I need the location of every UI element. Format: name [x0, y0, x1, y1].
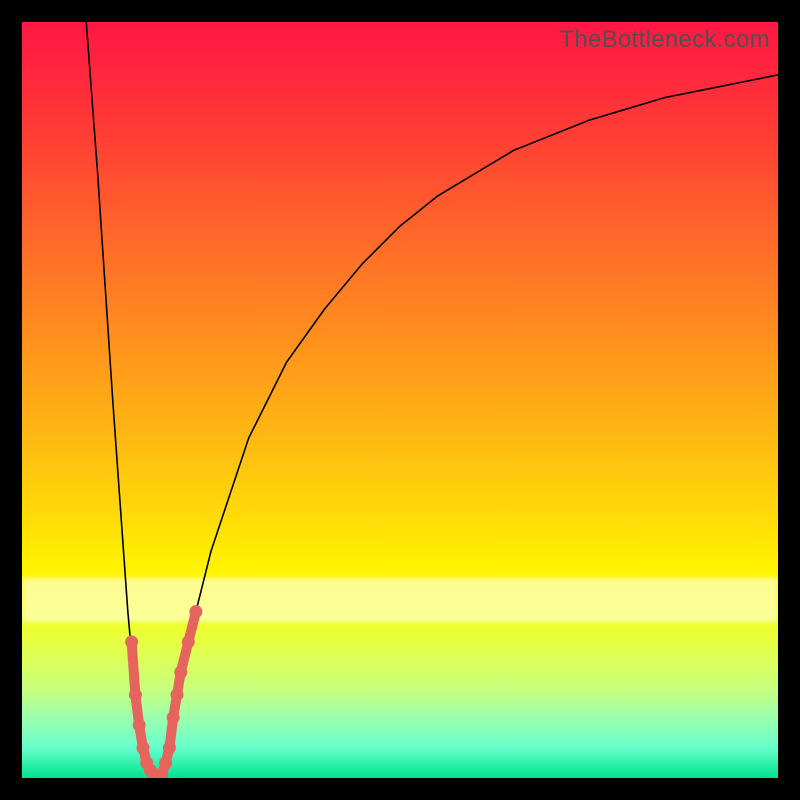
marker-dot: [175, 666, 187, 678]
marker-dot: [167, 712, 179, 724]
plot-area: TheBottleneck.com: [22, 22, 778, 778]
marker-group: [126, 606, 202, 778]
watermark-text: TheBottleneck.com: [559, 26, 770, 54]
chart-frame: TheBottleneck.com: [0, 0, 800, 800]
marker-dot: [133, 719, 145, 731]
marker-dot: [137, 742, 149, 754]
marker-dot: [190, 606, 202, 618]
marker-dot: [163, 742, 175, 754]
marker-dot: [156, 768, 168, 778]
curve-group: [86, 22, 778, 778]
marker-dot: [160, 757, 172, 769]
bottleneck-curve: [86, 22, 778, 778]
bottleneck-curve-svg: [22, 22, 778, 778]
marker-dot: [126, 636, 138, 648]
marker-dot: [171, 689, 183, 701]
marker-dot: [182, 636, 194, 648]
marker-dot: [129, 689, 141, 701]
